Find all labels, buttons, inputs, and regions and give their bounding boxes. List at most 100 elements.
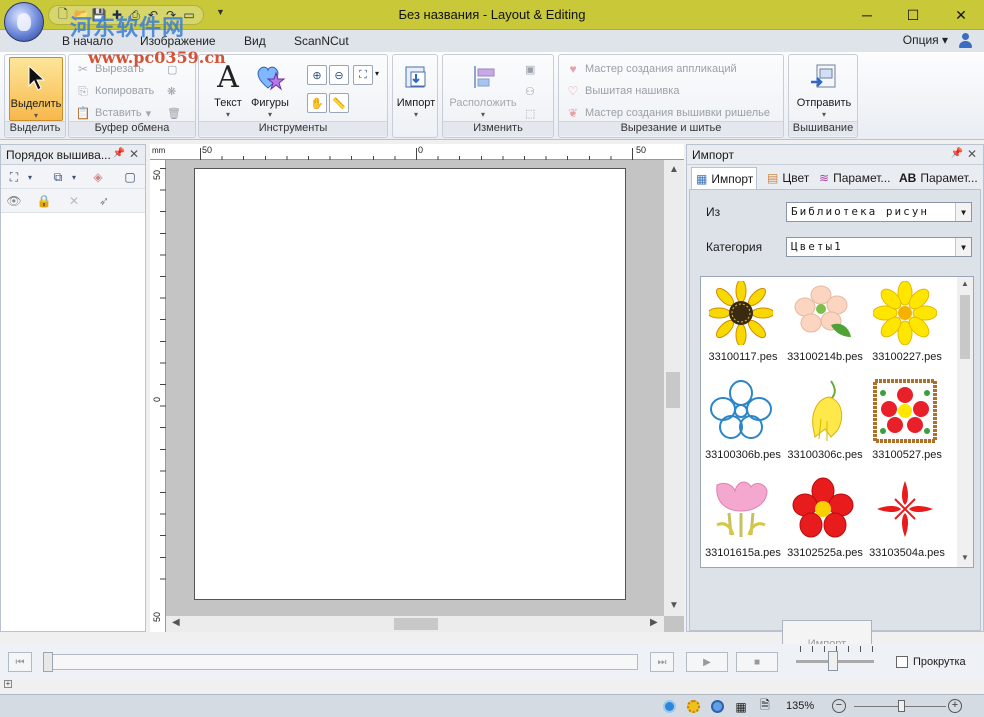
design-thumb-33101615a[interactable]: 33101615a.pes: [703, 475, 783, 567]
arrow-select-icon[interactable]: ➶: [95, 192, 113, 210]
rotate-icon[interactable]: ▣: [525, 59, 535, 79]
delete-icon[interactable]: 🗑: [167, 103, 181, 123]
design-thumb-33100227[interactable]: 33100227.pes: [867, 279, 947, 375]
thumb-scroll-up-icon[interactable]: ▲: [961, 279, 969, 288]
tab-text-params[interactable]: AB Парамет...: [895, 167, 982, 189]
maximize-button[interactable]: ☐: [890, 0, 936, 30]
scroll-down-icon[interactable]: ▼: [669, 600, 679, 611]
view-design-icon[interactable]: [660, 698, 678, 715]
embroidered-patch-button[interactable]: ♡ Вышитая нашивка: [565, 81, 680, 101]
stitch-progress-thumb[interactable]: [43, 652, 53, 672]
frame-dropdown-icon[interactable]: ▾: [21, 168, 39, 186]
delete-x-icon[interactable]: ✕: [65, 192, 83, 210]
from-select[interactable]: Библиотека рисун ▼: [786, 202, 972, 222]
design-thumb-33100306b[interactable]: 33100306b.pes: [703, 377, 783, 473]
thumb-scroll-down-icon[interactable]: ▼: [961, 553, 969, 562]
pan-hand-icon[interactable]: ✋: [307, 93, 327, 113]
import-ribbon-button[interactable]: Импорт ▾: [389, 57, 443, 121]
snowflake-icon[interactable]: ❋: [167, 81, 176, 101]
window-title: Без названия - Layout & Editing: [398, 7, 586, 22]
tab-import[interactable]: ▦ Импорт: [691, 167, 757, 189]
grid-view-icon[interactable]: ▦: [732, 698, 750, 715]
send-button[interactable]: Отправить ▾: [791, 57, 857, 121]
group-objects-icon[interactable]: ⚇: [525, 81, 535, 101]
design-thumb-33100306c[interactable]: 33100306c.pes: [785, 377, 865, 473]
applique-wizard-button[interactable]: ♥ Мастер создания аппликаций: [565, 59, 736, 79]
measure-icon[interactable]: 📏: [329, 93, 349, 113]
page-view-icon[interactable]: 🗎: [756, 698, 774, 715]
zoom-in-icon[interactable]: ⊕: [307, 65, 327, 85]
shapes-button[interactable]: Фигуры ▾: [243, 57, 297, 121]
arrange-dropdown-icon: ▾: [480, 110, 485, 119]
eye-icon[interactable]: 👁: [5, 192, 23, 210]
design-thumb-33100117[interactable]: 33100117.pes: [703, 279, 783, 375]
paste-dropdown-icon: ▾: [145, 107, 152, 120]
zoom-in-circle-icon[interactable]: +: [948, 699, 962, 713]
zoom-fit-icon[interactable]: ⛶: [353, 65, 373, 85]
options-menu[interactable]: Опция ▾: [903, 33, 948, 47]
duplicate-icon[interactable]: ▢: [167, 59, 177, 79]
order-dropdown-icon[interactable]: ▾: [65, 168, 83, 186]
cutwork-wizard-button[interactable]: ❦ Мастер создания вышивки ришелье: [565, 103, 770, 123]
speed-slider-thumb[interactable]: [828, 651, 838, 671]
import-dropdown-icon: ▾: [413, 110, 418, 119]
speed-slider[interactable]: [796, 651, 874, 671]
canvas-vertical-scrollbar[interactable]: ▲ ▼: [664, 160, 684, 616]
copy-button[interactable]: ⎘ Копировать: [75, 81, 154, 101]
hoop-page[interactable]: [194, 168, 626, 600]
design-thumb-33103504a[interactable]: 33103504a.pes: [867, 475, 947, 567]
import-pin-icon[interactable]: 📌: [951, 148, 963, 159]
select-button[interactable]: Выделить ▾: [9, 57, 63, 121]
zoom-out-circle-icon[interactable]: −: [832, 699, 846, 713]
arrange-button[interactable]: Расположить ▾: [447, 57, 519, 121]
design-thumb-33102525a[interactable]: 33102525a.pes: [785, 475, 865, 567]
scroll-left-icon[interactable]: ◀: [172, 617, 180, 628]
thumbnail-scrollbar[interactable]: ▲ ▼: [957, 277, 973, 567]
zoom-out-icon[interactable]: ⊖: [329, 65, 349, 85]
user-icon[interactable]: [958, 32, 974, 50]
stitch-progress-track[interactable]: [43, 652, 638, 672]
color-merge-icon[interactable]: ◈: [89, 168, 107, 186]
application-menu-button[interactable]: [4, 2, 44, 42]
canvas-hscroll-thumb[interactable]: [394, 618, 438, 630]
tab-view[interactable]: Вид: [244, 34, 266, 48]
close-button[interactable]: ✕: [938, 0, 984, 30]
skip-end-icon[interactable]: ⏭: [650, 652, 674, 672]
category-select[interactable]: Цветы1 ▼: [786, 237, 972, 257]
scroll-checkbox[interactable]: [896, 656, 908, 668]
zoom-slider-thumb[interactable]: [898, 700, 905, 712]
scroll-up-icon[interactable]: ▲: [669, 164, 679, 175]
canvas-vscroll-thumb[interactable]: [666, 372, 680, 408]
zoom-slider[interactable]: [854, 700, 946, 712]
page-icon[interactable]: ▢: [121, 168, 139, 186]
design-thumb-33100214b[interactable]: 33100214b.pes: [785, 279, 865, 375]
thumbnail-scroll-thumb[interactable]: [960, 295, 970, 359]
pin-icon[interactable]: 📌: [113, 148, 125, 159]
canvas-horizontal-scrollbar[interactable]: ◀ ▶: [166, 616, 664, 632]
design-thumb-33100527[interactable]: 33100527.pes: [867, 377, 947, 473]
lock-icon[interactable]: 🔒: [35, 192, 53, 210]
patch-label: Вышитая нашивка: [585, 85, 680, 97]
panel-close-icon[interactable]: ✕: [129, 147, 139, 161]
tab-color[interactable]: ▤ Цвет: [763, 167, 813, 189]
size-icon[interactable]: ⬚: [525, 103, 535, 123]
paste-button[interactable]: 📋 Вставить ▾: [75, 103, 152, 123]
view-realistic-icon[interactable]: [684, 698, 702, 715]
minimize-button[interactable]: ─: [844, 0, 890, 30]
tab-home[interactable]: В начало: [62, 34, 113, 48]
skip-start-icon[interactable]: ⏮: [8, 652, 32, 672]
stop-icon[interactable]: ■: [736, 652, 778, 672]
tab-scanncut[interactable]: ScanNCut: [294, 34, 349, 48]
zoom-dropdown-icon[interactable]: ▾: [375, 69, 379, 78]
design-canvas-area: mm 50 0 50 50 0 50 ▲ ▼ ◀ ▶: [150, 144, 684, 632]
scroll-right-icon[interactable]: ▶: [650, 617, 658, 628]
tab-stitch-params[interactable]: ≋ Парамет...: [815, 167, 894, 189]
cut-button[interactable]: ✂ Вырезать: [75, 59, 144, 79]
tab-image[interactable]: Изображение: [140, 34, 216, 48]
scroll-checkbox-row[interactable]: Прокрутка: [896, 656, 966, 668]
view-stitch-icon[interactable]: [708, 698, 726, 715]
play-icon[interactable]: ▶: [686, 652, 728, 672]
group-embroidery: Отправить ▾ Вышивание: [788, 54, 858, 138]
import-close-icon[interactable]: ✕: [967, 147, 977, 161]
expand-toggle-icon[interactable]: +: [4, 680, 12, 688]
